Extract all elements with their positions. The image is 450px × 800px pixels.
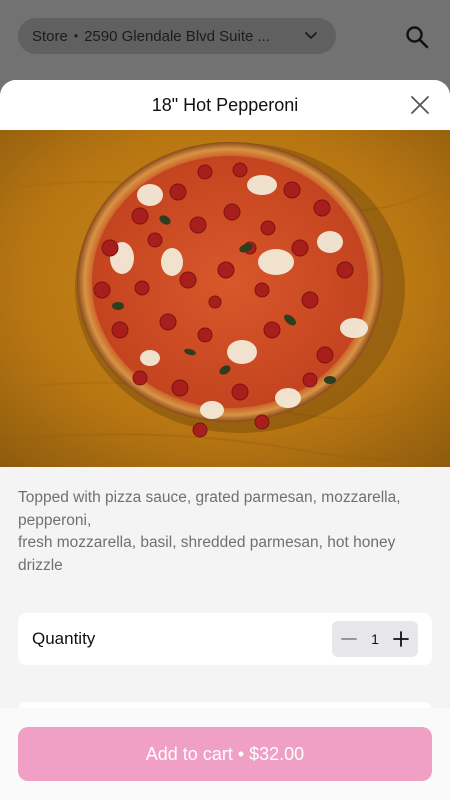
store-separator: •	[73, 29, 79, 43]
quantity-label: Quantity	[32, 629, 96, 648]
background-header: Store • 2590 Glendale Blvd Suite ...	[0, 0, 450, 80]
modal-title: 18" Hot Pepperoni	[151, 94, 299, 115]
cart-price: $32.00	[249, 743, 305, 764]
modal-header: 18" Hot Pepperoni	[0, 80, 450, 130]
quantity-stepper[interactable]: 1	[332, 621, 418, 657]
cart-separator: •	[237, 743, 245, 764]
description-line: Topped with pizza sauce, grated parmesan…	[18, 489, 401, 529]
store-selector[interactable]: Store • 2590 Glendale Blvd Suite ...	[18, 18, 336, 54]
plus-icon[interactable]	[390, 628, 412, 650]
search-icon[interactable]	[404, 24, 430, 50]
pizza-image	[0, 130, 450, 467]
add-to-cart-button[interactable]: Add to cart • $32.00	[18, 727, 432, 781]
store-address: 2590 Glendale Blvd Suite ...	[84, 27, 271, 45]
chevron-down-icon	[300, 31, 322, 41]
item-detail-modal: 18" Hot Pepperoni Topped with pizza sauc…	[0, 80, 450, 800]
minus-icon[interactable]	[338, 628, 360, 650]
quantity-row: Quantity 1	[18, 613, 432, 665]
store-label: Store	[32, 27, 68, 45]
modal-footer: Add to cart • $32.00	[0, 708, 450, 800]
close-icon[interactable]	[410, 95, 430, 115]
cart-label: Add to cart	[145, 743, 233, 764]
description-line: fresh mozzarella, basil, shredded parmes…	[18, 534, 396, 574]
item-description: Topped with pizza sauce, grated parmesan…	[0, 467, 450, 577]
quantity-value: 1	[371, 631, 379, 647]
